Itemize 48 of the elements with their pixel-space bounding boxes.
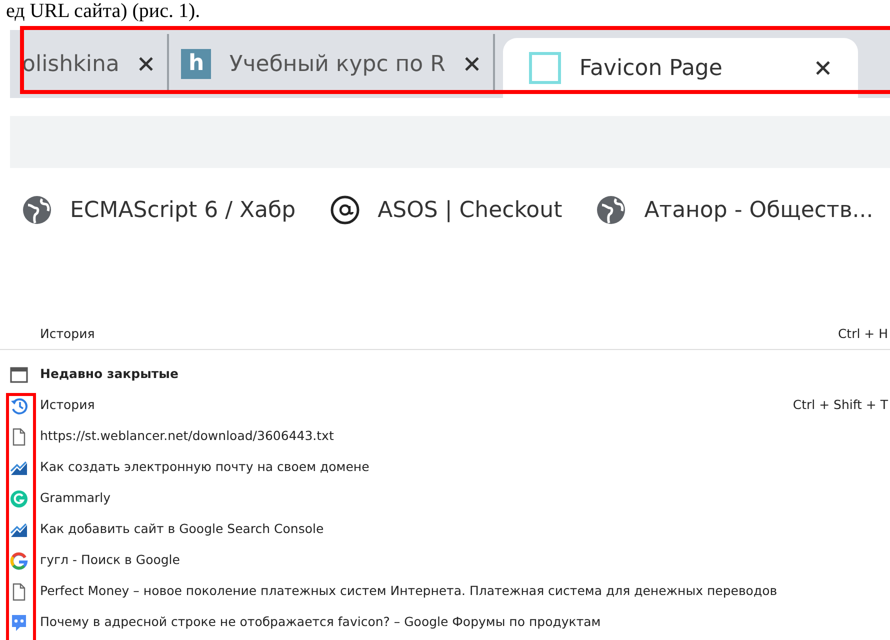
file-icon (10, 428, 28, 446)
menu-item-label: Grammarly (40, 489, 112, 508)
tab-title: olishkina (22, 50, 120, 78)
menu-item-label: Как добавить сайт в Google Search Console (40, 520, 325, 538)
menu-item-label: Недавно закрытые (40, 365, 180, 384)
menu-item-label: Как создать электронную почту на своем домене (40, 458, 370, 476)
menu-item[interactable]: История Ctrl + Shift + T (0, 390, 890, 421)
history-icon (10, 396, 28, 414)
google-icon (10, 552, 28, 570)
menu-item-label: История (40, 396, 96, 414)
at-sign-icon (330, 195, 360, 225)
menu-item-label: Perfect Money – новое поколение платежных систем Интернета. Платежная система для денежных переводов (40, 582, 778, 600)
close-icon[interactable] (137, 55, 156, 73)
close-icon[interactable] (814, 59, 832, 77)
favicon-icon (529, 52, 562, 84)
browser-tab[interactable]: Favicon Page (503, 38, 858, 98)
menu-title: История (40, 325, 95, 344)
bookmark[interactable]: ASOS | Checkout (330, 194, 562, 226)
menu-item[interactable]: Недавно закрытые (0, 359, 890, 390)
shortcut: Ctrl + Shift + T (792, 396, 888, 414)
favicon-icon: h (181, 49, 212, 79)
menu-item[interactable]: Как добавить сайт в Google Search Console (0, 514, 890, 545)
bookmark[interactable]: ECMAScript 6 / Хабр (22, 194, 296, 226)
bookmark[interactable]: Атанор - Обществ... (596, 194, 874, 226)
globe-icon (596, 195, 626, 225)
window-icon (10, 366, 28, 384)
menu-item-label: гугл - Поиск в Google (40, 551, 181, 570)
browser-tab[interactable]: h Учебный курс по R (169, 34, 496, 94)
menu-item[interactable]: гугл - Поиск в Google (0, 545, 890, 576)
caption: ед URL сайта) (рис. 1). (5, 0, 202, 21)
forum-icon (10, 614, 28, 632)
tab-title: Favicon Page (579, 54, 724, 82)
globe-icon (22, 195, 52, 225)
tab-title: Учебный курс по R (229, 50, 446, 78)
file-icon (10, 582, 28, 600)
menu-item[interactable]: Grammarly (0, 483, 890, 514)
menu-item-label: Почему в адресной строке не отображается favicon? – Google Форумы по продуктам (40, 613, 602, 632)
menu-item-label: https://st.weblancer.net/download/3606443.txt (40, 427, 335, 446)
chart-icon (10, 458, 28, 476)
close-icon[interactable] (463, 55, 482, 73)
browser-tab[interactable]: olishkina (10, 34, 170, 94)
menu-item[interactable]: Perfect Money – новое поколение платежных систем Интернета. Платежная система для денежных переводов (0, 576, 890, 607)
menu-item[interactable]: https://st.weblancer.net/download/3606443.txt (0, 421, 890, 452)
menu-item[interactable]: Почему в адресной строке не отображается favicon? – Google Форумы по продуктам (0, 607, 890, 638)
menu-item[interactable]: Как создать электронную почту на своем домене (0, 452, 890, 483)
grammarly-icon (10, 490, 28, 508)
chart-icon (10, 520, 28, 538)
shortcut: Ctrl + H (838, 325, 888, 344)
